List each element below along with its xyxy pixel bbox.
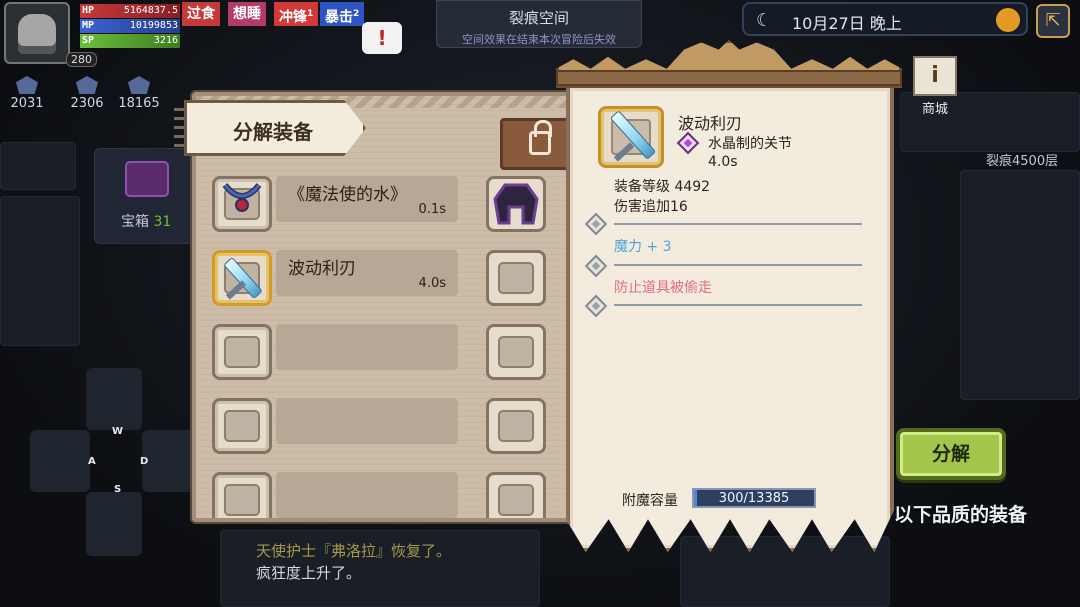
detail-time: 4.0s — [708, 154, 738, 170]
up-pad[interactable] — [86, 368, 142, 430]
item-info: 波动利刃 4.0s — [276, 250, 458, 296]
rift-space-banner: 裂痕空间 空间效果在结束本次冒险后失效 — [436, 0, 642, 48]
item-name: 《魔法使的水》 — [288, 185, 407, 205]
panel-title-tab: 分解装备 — [184, 100, 366, 156]
globe-icon[interactable] — [996, 8, 1020, 32]
down-pad[interactable] — [86, 492, 142, 556]
gem-icon — [128, 76, 150, 94]
resource-counter: 18165 — [114, 76, 164, 111]
hp-bar: HP 5164837.5 — [80, 4, 180, 18]
log-line: 天使护士『弗洛拉』恢复了。 — [256, 542, 452, 560]
chest-count: 31 — [153, 214, 172, 230]
log-line: 疯狂度上升了。 — [256, 564, 362, 582]
sp-bar: SP 3216 — [80, 34, 180, 48]
world-tile — [0, 142, 76, 190]
crystal-icon — [16, 76, 38, 94]
item-slot[interactable] — [212, 398, 272, 454]
shop-label: 商城 — [921, 102, 948, 117]
mp-bar: MP 10199853 — [80, 19, 180, 33]
item-slot[interactable] — [486, 250, 546, 306]
item-time: 4.0s — [418, 276, 446, 291]
chest-label: 宝箱 — [121, 214, 149, 230]
info-icon: i — [913, 56, 957, 96]
house-icon — [76, 76, 98, 94]
item-info — [276, 324, 458, 370]
rift-subtitle: 空间效果在结束本次冒险后失效 — [462, 33, 616, 46]
player-portrait[interactable] — [4, 2, 70, 64]
world-tile — [960, 170, 1080, 400]
lock-button[interactable] — [500, 118, 572, 170]
item-info — [276, 472, 458, 518]
item-slot[interactable] — [212, 176, 272, 232]
player-level: 280 — [66, 52, 97, 67]
detail-level: 装备等级 4492 — [614, 179, 711, 195]
divider — [614, 304, 862, 306]
item-slot[interactable] — [212, 250, 272, 306]
key-s: S — [114, 484, 122, 495]
key-d: D — [140, 456, 149, 467]
rift-title: 裂痕空间 — [508, 9, 569, 27]
detail-item-icon — [598, 106, 664, 168]
alert-icon[interactable]: ! — [362, 22, 402, 54]
enchant-capacity-value: 300/13385 — [718, 491, 790, 506]
item-name: 波动利刃 — [288, 259, 356, 279]
divider — [614, 223, 862, 225]
world-tile — [0, 196, 80, 346]
divider — [614, 264, 862, 266]
treasure-chest-icon — [125, 161, 169, 197]
rift-depth: 裂痕4500层 — [986, 154, 1059, 169]
armor-icon — [493, 183, 539, 225]
quality-filter-label[interactable]: 以下品质的装备 — [894, 500, 1027, 527]
chest-panel[interactable]: 宝箱 31 — [94, 148, 192, 244]
status-tag-charge[interactable]: 冲锋1 — [274, 2, 319, 26]
lock-icon — [529, 120, 552, 155]
detail-bonus: 伤害追加16 — [614, 199, 688, 215]
item-info — [276, 398, 458, 444]
item-slot[interactable] — [486, 176, 546, 232]
item-slot[interactable] — [212, 324, 272, 380]
detail-material: 水晶制的关节 — [708, 136, 792, 152]
attribute-anti-theft: 防止道具被偷走 — [614, 280, 712, 296]
item-slot[interactable] — [486, 324, 546, 380]
resource-counter: 2306 — [62, 76, 112, 111]
panel-title: 分解装备 — [233, 120, 313, 144]
enchant-capacity-label: 附魔容量 — [622, 493, 678, 509]
player-status: 280 HP 5164837.5 MP 10199853 SP 3216 — [4, 2, 184, 68]
status-tag-sleepy[interactable]: 想睡 — [228, 2, 266, 26]
date-bar: ☾ 10月27日 晚上 — [742, 2, 1028, 36]
item-info: 《魔法使的水》 0.1s — [276, 176, 458, 222]
movement-pad[interactable]: W A D S — [30, 364, 200, 560]
panel-crown-band — [556, 70, 902, 86]
decompose-button[interactable]: 分解 — [896, 428, 1006, 480]
item-slot[interactable] — [486, 472, 546, 518]
moon-icon: ☾ — [756, 10, 773, 31]
message-log: 天使护士『弗洛拉』恢复了。 疯狂度上升了。 — [256, 540, 451, 584]
time-of-day: 晚上 — [869, 14, 902, 33]
exit-icon[interactable]: ⇱ — [1036, 4, 1070, 38]
shop-button[interactable]: i 商城 — [906, 56, 964, 117]
necklace-icon — [222, 183, 262, 212]
key-w: W — [112, 426, 124, 437]
status-tag-crit[interactable]: 暴击2 — [320, 2, 365, 26]
item-time: 0.1s — [418, 202, 446, 217]
resource-counter: 2031 — [2, 76, 52, 111]
item-slot[interactable] — [486, 398, 546, 454]
status-tag-overeat[interactable]: 过食 — [182, 2, 220, 26]
enchant-capacity-bar: 300/13385 — [692, 488, 816, 508]
attribute-magic: 魔力 + 3 — [614, 239, 672, 255]
key-a: A — [88, 456, 96, 467]
date-text: 10月27日 — [792, 14, 865, 33]
left-pad[interactable] — [30, 430, 90, 492]
item-slot[interactable] — [212, 472, 272, 518]
